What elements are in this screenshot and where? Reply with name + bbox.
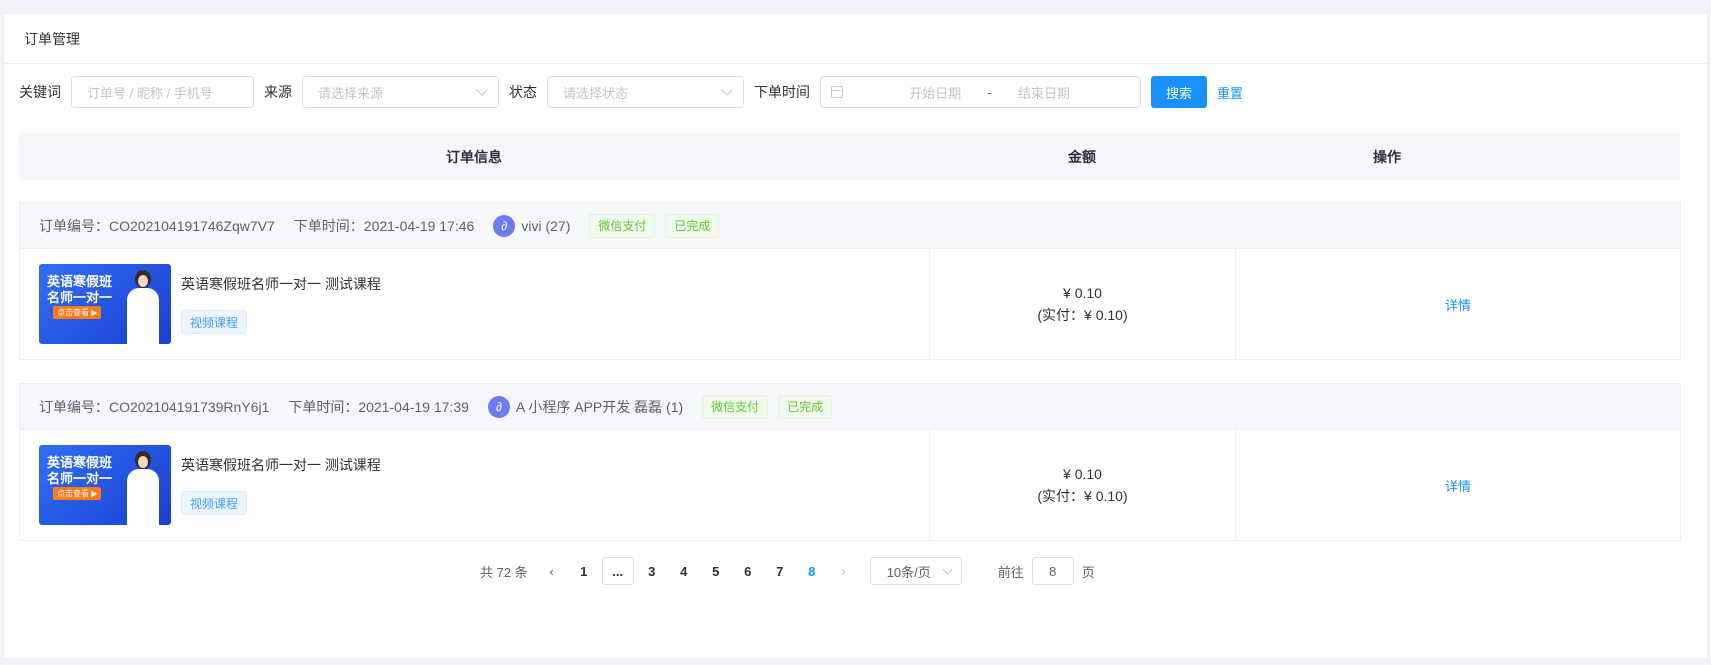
paid-amount: (实付：¥ 0.10)	[1037, 307, 1128, 323]
pagination: 共 72 条 ‹ 1 ... 3 4 5 6 7 8 › 10条/页 前往 8 …	[480, 557, 1095, 585]
order-info-cell: 英语寒假班 名师一对一 点击查看 ▶ 英语寒假班名师一对一 测试课程 视频课程	[20, 430, 930, 540]
status-placeholder: 请选择状态	[563, 85, 629, 101]
mini-program-icon: ∂	[487, 395, 510, 418]
total-count: 共 72 条	[480, 564, 528, 580]
page-6[interactable]: 6	[732, 557, 764, 585]
teacher-image	[127, 270, 159, 344]
status-tag: 已完成	[665, 213, 720, 238]
order-time: 下单时间：2021-04-19 17:39	[288, 398, 469, 415]
order-header: 订单编号：CO202104191746Zqw7V7 下单时间：2021-04-1…	[20, 203, 1680, 249]
pay-method-tag: 微信支付	[702, 394, 769, 419]
amount-cell: ¥ 0.10 (实付：¥ 0.10)	[930, 249, 1236, 359]
thumbnail-text: 英语寒假班 名师一对一	[47, 455, 113, 486]
chevron-down-icon	[942, 564, 953, 575]
page-8[interactable]: 8	[796, 557, 828, 585]
thumbnail-cta: 点击查看 ▶	[53, 306, 102, 319]
page-size-select[interactable]: 10条/页	[869, 557, 962, 585]
source-label: 来源	[264, 84, 292, 100]
page-more[interactable]: ...	[601, 557, 634, 585]
page-7[interactable]: 7	[764, 557, 796, 585]
column-order-info: 订单信息	[446, 148, 502, 165]
page-5[interactable]: 5	[700, 557, 732, 585]
detail-link[interactable]: 详情	[1445, 476, 1471, 495]
amount: ¥ 0.10	[1063, 285, 1102, 301]
detail-link[interactable]: 详情	[1445, 295, 1471, 314]
source-placeholder: 请选择来源	[318, 85, 384, 101]
action-cell: 详情	[1236, 249, 1680, 359]
next-page-icon[interactable]: ›	[828, 557, 860, 585]
order-body: 英语寒假班 名师一对一 点击查看 ▶ 英语寒假班名师一对一 测试课程 视频课程 …	[20, 249, 1680, 359]
column-amount: 金额	[1068, 148, 1096, 165]
course-thumbnail: 英语寒假班 名师一对一 点击查看 ▶	[39, 264, 171, 344]
page-3[interactable]: 3	[636, 557, 668, 585]
thumbnail-cta: 点击查看 ▶	[53, 487, 102, 500]
end-date-placeholder[interactable]: 结束日期	[1018, 83, 1070, 102]
thumbnail-text: 英语寒假班 名师一对一	[47, 274, 113, 305]
amount-cell: ¥ 0.10 (实付：¥ 0.10)	[930, 430, 1236, 540]
course-thumbnail: 英语寒假班 名师一对一 点击查看 ▶	[39, 445, 171, 525]
user-name: vivi (27)	[521, 217, 571, 234]
status-tag: 已完成	[778, 394, 833, 419]
amount: ¥ 0.10	[1063, 466, 1102, 482]
goto-suffix: 页	[1081, 564, 1095, 580]
page-4[interactable]: 4	[668, 557, 700, 585]
order-time-label: 下单时间	[754, 84, 810, 100]
order-card: 订单编号：CO202104191739RnY6j1 下单时间：2021-04-1…	[19, 383, 1681, 541]
paid-amount: (实付：¥ 0.10)	[1037, 488, 1128, 504]
course-title: 英语寒假班名师一对一 测试课程	[181, 457, 381, 473]
status-select[interactable]: 请选择状态	[547, 76, 744, 108]
table-header: 订单信息 金额 操作	[19, 133, 1680, 180]
prev-page-icon[interactable]: ‹	[536, 557, 568, 585]
column-actions: 操作	[1373, 148, 1401, 165]
course-title: 英语寒假班名师一对一 测试课程	[181, 276, 381, 292]
goto-page-input[interactable]: 8	[1031, 557, 1074, 585]
range-separator: -	[987, 84, 992, 100]
status-label: 状态	[509, 84, 537, 100]
source-select[interactable]: 请选择来源	[302, 76, 499, 108]
pay-method-tag: 微信支付	[589, 213, 656, 238]
order-card: 订单编号：CO202104191746Zqw7V7 下单时间：2021-04-1…	[19, 202, 1681, 360]
order-number: 订单编号：CO202104191746Zqw7V7	[39, 217, 275, 234]
order-number: 订单编号：CO202104191739RnY6j1	[39, 398, 270, 415]
reset-link[interactable]: 重置	[1217, 83, 1243, 102]
course-type-tag: 视频课程	[181, 491, 248, 515]
order-body: 英语寒假班 名师一对一 点击查看 ▶ 英语寒假班名师一对一 测试课程 视频课程 …	[20, 430, 1680, 540]
goto-label: 前往	[997, 564, 1024, 580]
filter-bar: 关键词 订单号 / 昵称 / 手机号 来源 请选择来源 状态 请选择状态 下单时…	[19, 75, 1243, 109]
chevron-down-icon	[476, 84, 488, 96]
page-1[interactable]: 1	[568, 557, 600, 585]
chevron-down-icon	[721, 84, 733, 96]
keyword-placeholder: 订单号 / 昵称 / 手机号	[87, 85, 213, 101]
course-type-tag: 视频课程	[181, 310, 248, 334]
page-title: 订单管理	[4, 14, 1707, 64]
keyword-label: 关键词	[19, 84, 61, 100]
date-range-picker[interactable]: 开始日期 - 结束日期	[820, 76, 1141, 108]
keyword-input[interactable]: 订单号 / 昵称 / 手机号	[71, 76, 254, 108]
page-size-value: 10条/页	[886, 564, 931, 580]
calendar-icon	[831, 86, 843, 98]
user-name: A 小程序 APP开发 磊磊 (1)	[515, 398, 684, 415]
teacher-image	[127, 451, 159, 525]
order-header: 订单编号：CO202104191739RnY6j1 下单时间：2021-04-1…	[20, 384, 1680, 430]
start-date-placeholder[interactable]: 开始日期	[909, 83, 961, 102]
search-button[interactable]: 搜索	[1151, 76, 1208, 108]
action-cell: 详情	[1236, 430, 1680, 540]
mini-program-icon: ∂	[493, 214, 516, 237]
order-time: 下单时间：2021-04-19 17:46	[293, 217, 475, 234]
order-info-cell: 英语寒假班 名师一对一 点击查看 ▶ 英语寒假班名师一对一 测试课程 视频课程	[20, 249, 930, 359]
